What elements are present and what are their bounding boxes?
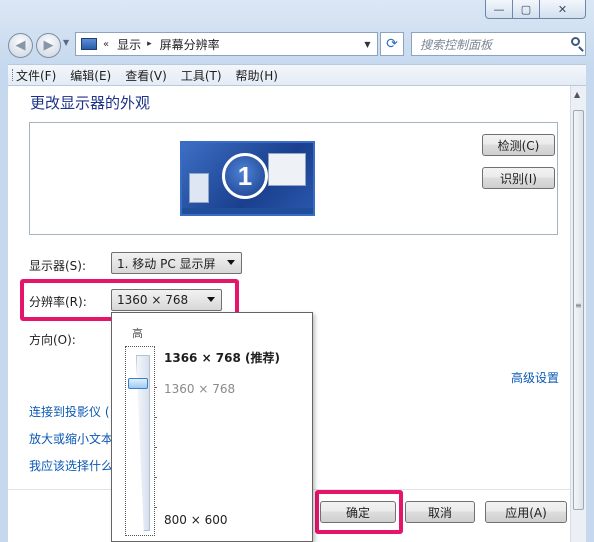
- recent-pages-dropdown[interactable]: ▼: [63, 38, 69, 47]
- scroll-up-arrow-icon[interactable]: ▲: [574, 90, 580, 99]
- identify-button[interactable]: 识别(I): [482, 167, 555, 189]
- menu-tools[interactable]: 工具(T): [181, 67, 222, 84]
- detect-button[interactable]: 检测(C): [482, 134, 555, 156]
- monitor-window-left: [189, 173, 209, 203]
- forward-button[interactable]: ▶: [36, 33, 61, 58]
- monitor-taskbar: [182, 208, 313, 214]
- slider-tick: [154, 507, 157, 508]
- display-settings-help-link[interactable]: 我应该选择什么: [29, 457, 113, 474]
- close-button[interactable]: ✕: [539, 0, 586, 19]
- page-title: 更改显示器的外观: [30, 94, 151, 112]
- address-chevron-icon[interactable]: «: [103, 39, 109, 50]
- monitor-window-right: [268, 153, 306, 186]
- close-icon: ✕: [557, 2, 568, 16]
- scrollbar-thumb[interactable]: [573, 110, 584, 510]
- back-button[interactable]: ◀: [8, 33, 33, 58]
- resolution-popup: 高 1366 × 768 (推荐) 1360 × 768 800 × 600: [111, 312, 313, 542]
- orientation-label: 方向(O):: [29, 333, 76, 347]
- control-panel-window: — ▢ ✕ ◀ ▶ ▼ « 显示 ▸ 屏幕分辨率 ▼ ⟳ 搜索控制面板 文件(F…: [0, 0, 594, 542]
- maximize-icon: ▢: [520, 2, 532, 16]
- slider-high-label: 高: [132, 327, 143, 340]
- menu-view[interactable]: 查看(V): [125, 67, 167, 84]
- resolution-label: 分辨率(R):: [29, 295, 87, 309]
- advanced-settings-link[interactable]: 高级设置: [511, 369, 559, 386]
- slider-tick: [154, 477, 157, 478]
- minimize-button[interactable]: —: [485, 0, 513, 19]
- chevron-down-icon: [207, 297, 215, 302]
- cancel-button[interactable]: 取消: [405, 501, 475, 523]
- display-label: 显示器(S):: [29, 259, 87, 273]
- breadcrumb-screen-resolution[interactable]: 屏幕分辨率: [160, 36, 220, 53]
- menu-help[interactable]: 帮助(H): [236, 67, 278, 84]
- menu-edit[interactable]: 编辑(E): [70, 67, 111, 84]
- display-select[interactable]: 1. 移动 PC 显示屏: [111, 252, 242, 274]
- monitor-number-badge: 1: [222, 153, 268, 199]
- minimize-icon: —: [493, 2, 505, 16]
- resolution-option-recommended[interactable]: 1366 × 768 (推荐): [164, 349, 280, 366]
- resolution-select[interactable]: 1360 × 768: [111, 289, 222, 311]
- slider-tick: [154, 447, 157, 448]
- chevron-down-icon: [227, 260, 235, 265]
- forward-arrow-icon: ▶: [43, 38, 54, 53]
- resolution-select-value: 1360 × 768: [117, 293, 189, 307]
- address-dropdown-button[interactable]: ▼: [357, 32, 378, 56]
- slider-tick: [154, 417, 157, 418]
- display-control-panel-icon: [81, 38, 97, 50]
- breadcrumb-separator-icon[interactable]: ▸: [147, 39, 152, 49]
- search-placeholder: 搜索控制面板: [420, 37, 493, 52]
- menu-file[interactable]: 文件(F): [16, 67, 56, 84]
- connect-projector-link[interactable]: 连接到投影仪 (: [29, 403, 110, 420]
- monitor-preview-area: 1 检测(C) 识别(I): [29, 122, 558, 235]
- address-bar[interactable]: « 显示 ▸ 屏幕分辨率: [75, 32, 378, 56]
- breadcrumb-display[interactable]: 显示: [117, 36, 141, 53]
- resolution-slider[interactable]: [125, 346, 157, 536]
- search-icon[interactable]: [571, 37, 580, 46]
- slider-thumb[interactable]: [128, 377, 148, 389]
- maximize-button[interactable]: ▢: [512, 0, 540, 19]
- ok-button[interactable]: 确定: [320, 501, 396, 523]
- menu-bar: 文件(F) 编辑(E) 查看(V) 工具(T) 帮助(H): [8, 64, 586, 86]
- toolbar-grip: [12, 69, 15, 81]
- search-input[interactable]: 搜索控制面板: [411, 32, 586, 56]
- resolution-option-lowest[interactable]: 800 × 600: [164, 513, 228, 527]
- apply-button[interactable]: 应用(A): [485, 501, 567, 523]
- resolution-option-current[interactable]: 1360 × 768: [164, 382, 235, 396]
- monitor-icon[interactable]: 1: [180, 141, 315, 216]
- back-arrow-icon: ◀: [15, 38, 26, 53]
- refresh-icon: ⟳: [386, 36, 398, 52]
- display-select-value: 1. 移动 PC 显示屏: [117, 256, 216, 271]
- slider-tick: [154, 387, 157, 388]
- refresh-button[interactable]: ⟳: [380, 32, 404, 56]
- text-size-link[interactable]: 放大或缩小文本: [29, 430, 113, 447]
- vertical-scrollbar[interactable]: ▲: [570, 86, 586, 542]
